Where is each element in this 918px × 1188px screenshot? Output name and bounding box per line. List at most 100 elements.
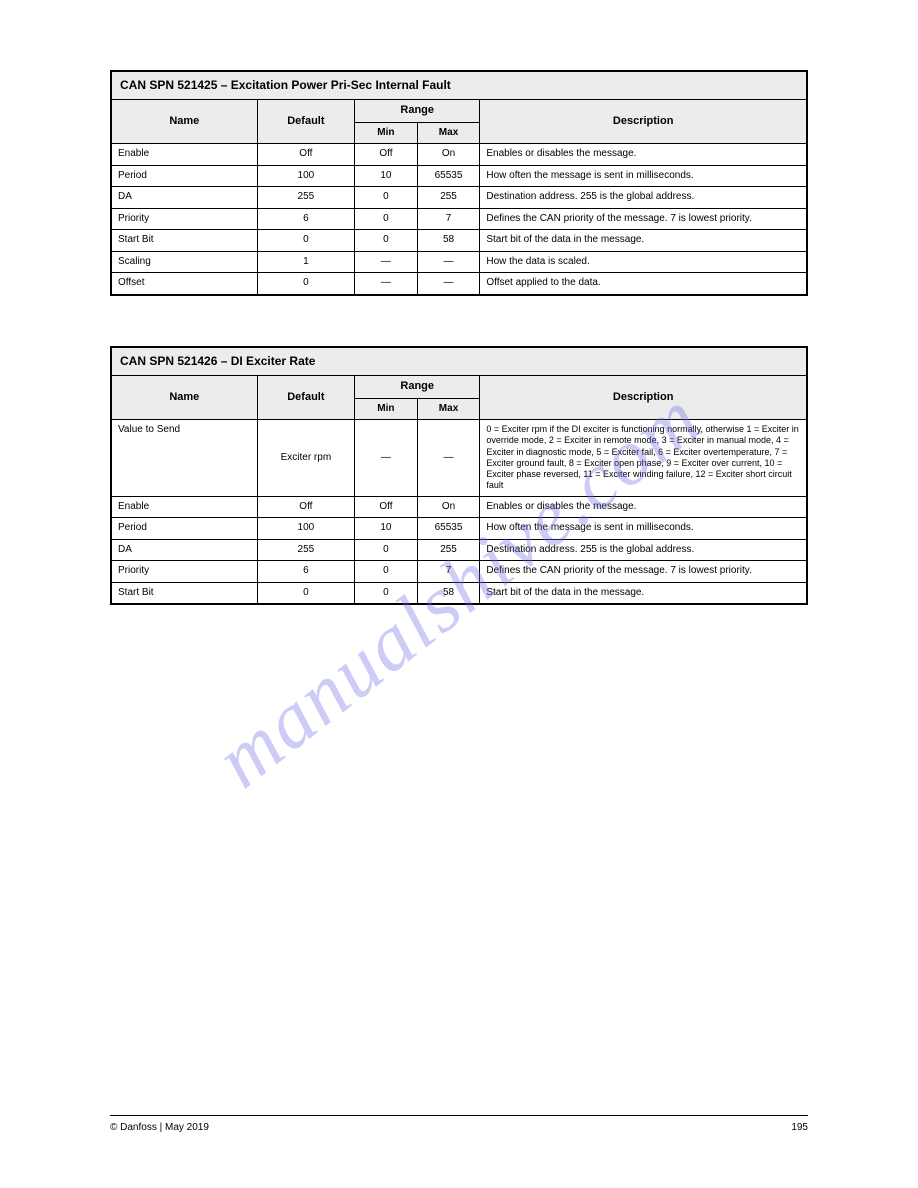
cell-desc: How the data is scaled. <box>480 251 807 273</box>
cell-default: 255 <box>257 539 354 561</box>
cell-max: — <box>417 251 480 273</box>
col-description: Description <box>480 100 807 144</box>
table1-title-row: CAN SPN 521425 – Excitation Power Pri-Se… <box>111 71 807 100</box>
table2-header-row-1: Name Default Range Description <box>111 375 807 398</box>
table-row: Value to Send Exciter rpm — — 0 = Excite… <box>111 420 807 497</box>
cell-name: Priority <box>111 208 257 230</box>
cell-min: — <box>355 273 418 295</box>
cell-desc: How often the message is sent in millise… <box>480 165 807 187</box>
cell-name: Period <box>111 165 257 187</box>
cell-default: Exciter rpm <box>257 420 354 497</box>
cell-name: DA <box>111 187 257 209</box>
cell-min: 0 <box>355 582 418 604</box>
cell-max: 255 <box>417 187 480 209</box>
cell-default: 255 <box>257 187 354 209</box>
cell-default: 1 <box>257 251 354 273</box>
table-row: Enable Off Off On Enables or disables th… <box>111 496 807 518</box>
cell-max: 65535 <box>417 518 480 540</box>
table-row: DA 255 0 255 Destination address. 255 is… <box>111 187 807 209</box>
col-max: Max <box>417 398 480 420</box>
table1-header-row-1: Name Default Range Description <box>111 100 807 123</box>
spacer <box>110 296 808 346</box>
cell-max: 7 <box>417 208 480 230</box>
table-row: Enable Off Off On Enables or disables th… <box>111 144 807 166</box>
cell-desc: Enables or disables the message. <box>480 144 807 166</box>
table2-title-row: CAN SPN 521426 – DI Exciter Rate <box>111 347 807 376</box>
cell-min: — <box>355 251 418 273</box>
cell-desc: Start bit of the data in the message. <box>480 582 807 604</box>
col-description: Description <box>480 375 807 419</box>
table-row: Priority 6 0 7 Defines the CAN priority … <box>111 208 807 230</box>
cell-desc: Destination address. 255 is the global a… <box>480 539 807 561</box>
cell-name: Offset <box>111 273 257 295</box>
cell-desc: How often the message is sent in millise… <box>480 518 807 540</box>
col-name: Name <box>111 375 257 419</box>
footer-right: 195 <box>791 1122 808 1133</box>
table-row: Offset 0 — — Offset applied to the data. <box>111 273 807 295</box>
cell-default: 0 <box>257 582 354 604</box>
cell-name: Scaling <box>111 251 257 273</box>
table-row: Period 100 10 65535 How often the messag… <box>111 165 807 187</box>
table-row: Start Bit 0 0 58 Start bit of the data i… <box>111 582 807 604</box>
cell-max: — <box>417 273 480 295</box>
table1-title: CAN SPN 521425 – Excitation Power Pri-Se… <box>111 71 807 100</box>
cell-default: 0 <box>257 273 354 295</box>
table-spn-521426: CAN SPN 521426 – DI Exciter Rate Name De… <box>110 346 808 605</box>
cell-name: Start Bit <box>111 582 257 604</box>
table2-title: CAN SPN 521426 – DI Exciter Rate <box>111 347 807 376</box>
col-range: Range <box>355 375 480 398</box>
footer-left: © Danfoss | May 2019 <box>110 1122 209 1133</box>
table-row: Scaling 1 — — How the data is scaled. <box>111 251 807 273</box>
cell-default: Off <box>257 144 354 166</box>
cell-default: 100 <box>257 518 354 540</box>
cell-default: 6 <box>257 561 354 583</box>
table-row: Period 100 10 65535 How often the messag… <box>111 518 807 540</box>
cell-default: Off <box>257 496 354 518</box>
table-row: Start Bit 0 0 58 Start bit of the data i… <box>111 230 807 252</box>
cell-max: 58 <box>417 230 480 252</box>
table-row: DA 255 0 255 Destination address. 255 is… <box>111 539 807 561</box>
cell-name: Value to Send <box>111 420 257 497</box>
cell-max: 65535 <box>417 165 480 187</box>
cell-name: DA <box>111 539 257 561</box>
col-max: Max <box>417 122 480 144</box>
cell-desc: Destination address. 255 is the global a… <box>480 187 807 209</box>
col-min: Min <box>355 122 418 144</box>
cell-max: — <box>417 420 480 497</box>
cell-desc: Offset applied to the data. <box>480 273 807 295</box>
col-default: Default <box>257 100 354 144</box>
cell-name: Priority <box>111 561 257 583</box>
col-name: Name <box>111 100 257 144</box>
cell-default: 100 <box>257 165 354 187</box>
table-row: Priority 6 0 7 Defines the CAN priority … <box>111 561 807 583</box>
cell-min: Off <box>355 496 418 518</box>
cell-desc: Defines the CAN priority of the message.… <box>480 208 807 230</box>
cell-min: 0 <box>355 539 418 561</box>
cell-max: 255 <box>417 539 480 561</box>
cell-desc: Defines the CAN priority of the message.… <box>480 561 807 583</box>
cell-default: 6 <box>257 208 354 230</box>
cell-min: 0 <box>355 208 418 230</box>
cell-name: Start Bit <box>111 230 257 252</box>
cell-max: 7 <box>417 561 480 583</box>
cell-name: Enable <box>111 144 257 166</box>
cell-min: 0 <box>355 561 418 583</box>
cell-min: 0 <box>355 187 418 209</box>
cell-name: Period <box>111 518 257 540</box>
cell-min: 0 <box>355 230 418 252</box>
cell-min: Off <box>355 144 418 166</box>
cell-max: On <box>417 496 480 518</box>
cell-desc: Enables or disables the message. <box>480 496 807 518</box>
col-range: Range <box>355 100 480 123</box>
cell-name: Enable <box>111 496 257 518</box>
cell-default: 0 <box>257 230 354 252</box>
cell-desc: Start bit of the data in the message. <box>480 230 807 252</box>
col-min: Min <box>355 398 418 420</box>
cell-min: 10 <box>355 165 418 187</box>
col-default: Default <box>257 375 354 419</box>
cell-max: On <box>417 144 480 166</box>
cell-max: 58 <box>417 582 480 604</box>
page-footer: © Danfoss | May 2019 195 <box>110 1115 808 1133</box>
cell-desc: 0 = Exciter rpm if the DI exciter is fun… <box>480 420 807 497</box>
page: manualshive.com CAN SPN 521425 – Excitat… <box>0 0 918 1188</box>
